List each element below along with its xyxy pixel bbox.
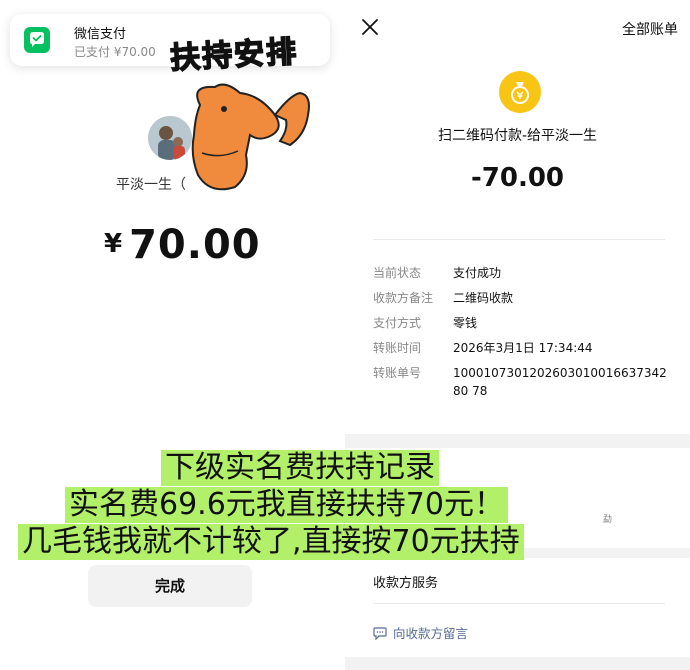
all-bills-link[interactable]: 全部账单	[622, 19, 678, 39]
notification-app-name: 微信支付	[74, 27, 127, 42]
payee-service-item[interactable]: 收款方服务	[373, 572, 438, 591]
payee-name: 平淡一生（	[116, 177, 186, 193]
message-payee-link[interactable]: 向收款方留言	[373, 623, 468, 642]
paid-amount: ¥70.00	[104, 222, 261, 268]
payment-success-panel: 微信支付 已支付 ¥70.00 扶持安排 平淡一生（ ¥70.00 完成	[0, 0, 345, 670]
amount-value: 70.00	[129, 222, 261, 268]
detail-label: 转账单号	[373, 366, 422, 380]
detail-label: 转账时间	[373, 341, 422, 355]
message-payee-label: 向收款方留言	[393, 626, 469, 641]
detail-label: 支付方式	[373, 316, 422, 330]
detail-label: 收款方备注	[373, 291, 434, 305]
detail-value[interactable]: 100010730120260301001663734280 78	[453, 364, 673, 400]
transaction-amount: -70.00	[470, 163, 565, 193]
caption-line-3: 几毛钱我就不计较了,直接按70元扶持	[18, 524, 524, 560]
detail-divider	[373, 239, 665, 240]
detail-value: 支付成功	[453, 266, 502, 280]
money-bag-icon	[499, 71, 541, 113]
bottom-gap	[345, 657, 690, 670]
notification-message: 已支付 ¥70.00	[74, 45, 156, 59]
detail-value: 二维码收款	[453, 291, 514, 305]
done-button[interactable]: 完成	[88, 565, 252, 607]
wechat-pay-icon	[24, 27, 50, 53]
payee-avatar	[148, 116, 192, 160]
service-divider	[373, 603, 665, 604]
sticker-caption: 扶持安排	[169, 34, 300, 77]
detail-value: 2026年3月1日 17:34:44	[453, 341, 593, 355]
bill-detail-panel: 全部账单 扫二维码付款-给平淡一生 -70.00 当前状态 支付成功 收款方备注…	[345, 0, 690, 670]
caption-line-1: 下级实名费扶持记录	[161, 450, 439, 486]
close-icon[interactable]	[361, 18, 379, 36]
currency-symbol: ¥	[104, 229, 124, 259]
detail-value: 零钱	[453, 316, 478, 330]
chat-bubble-icon	[373, 627, 387, 641]
truncated-text: 勐	[603, 515, 613, 525]
detail-label: 当前状态	[373, 266, 422, 280]
horse-sticker-icon	[191, 83, 310, 191]
transaction-title: 扫二维码付款-给平淡一生	[437, 128, 598, 144]
section-gap	[345, 434, 690, 448]
caption-line-2: 实名费69.6元我直接扶持70元！	[65, 487, 508, 523]
